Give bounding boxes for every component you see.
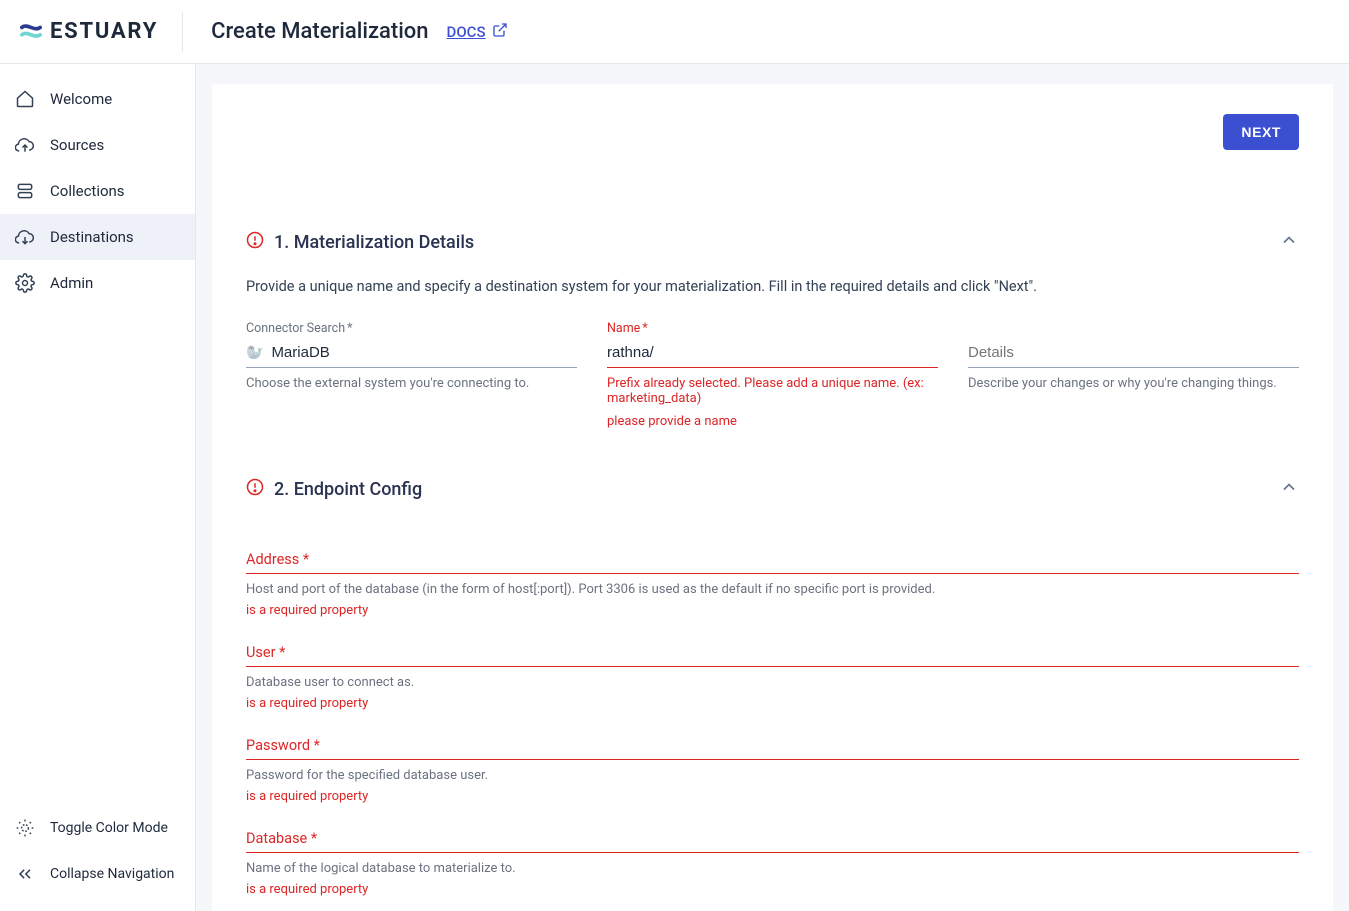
sidebar-item-label: Welcome: [50, 90, 112, 108]
field-help: Host and port of the database (in the fo…: [246, 582, 1299, 597]
alert-circle-icon: [246, 478, 264, 500]
sidebar-item-welcome[interactable]: Welcome: [0, 76, 195, 122]
sidebar-collapse-nav[interactable]: Collapse Navigation: [0, 851, 195, 897]
field-label: User *: [246, 644, 1299, 661]
field-error: is a required property: [246, 696, 1299, 711]
name-input-wrap[interactable]: [607, 342, 938, 368]
collapse-icon: [14, 863, 36, 885]
section-header-details[interactable]: 1. Materialization Details: [246, 230, 1299, 254]
mariadb-icon: 🦭: [246, 345, 263, 361]
database-field: Database * Name of the logical database …: [246, 830, 1299, 897]
field-help: Prefix already selected. Please add a un…: [607, 376, 938, 406]
page-title: Create Materialization: [211, 19, 428, 44]
docs-label: DOCS: [447, 23, 486, 41]
name-input[interactable]: [607, 344, 938, 361]
sidebar-item-label: Collections: [50, 182, 125, 200]
logo-mark-icon: [20, 21, 42, 43]
name-field: Name* Prefix already selected. Please ad…: [607, 321, 938, 429]
connector-input[interactable]: [271, 344, 577, 361]
section-title: 2. Endpoint Config: [274, 479, 422, 500]
sidebar-item-sources[interactable]: Sources: [0, 122, 195, 168]
chevron-up-icon: [1279, 477, 1299, 501]
field-label: [968, 321, 1299, 336]
password-input[interactable]: [246, 756, 1299, 760]
details-field: Describe your changes or why you're chan…: [968, 321, 1299, 429]
sidebar-item-label: Destinations: [50, 228, 134, 246]
form-card: NEXT 1. Materialization Details Provide …: [212, 84, 1333, 911]
section-title: 1. Materialization Details: [274, 232, 474, 253]
sidebar-item-label: Collapse Navigation: [50, 866, 174, 882]
section-header-endpoint[interactable]: 2. Endpoint Config: [246, 477, 1299, 501]
address-field: Address * Host and port of the database …: [246, 551, 1299, 618]
field-help: Describe your changes or why you're chan…: [968, 376, 1299, 391]
connector-search-input[interactable]: 🦭: [246, 342, 577, 368]
sidebar-item-label: Toggle Color Mode: [50, 820, 168, 836]
sidebar-item-label: Sources: [50, 136, 104, 154]
field-help: Name of the logical database to material…: [246, 861, 1299, 876]
field-label: Database *: [246, 830, 1299, 847]
docs-link[interactable]: DOCS: [447, 22, 508, 42]
field-label: Password *: [246, 737, 1299, 754]
logo[interactable]: ESTUARY: [20, 12, 183, 52]
alert-circle-icon: [246, 231, 264, 253]
sidebar-item-label: Admin: [50, 274, 93, 292]
upload-cloud-icon: [14, 134, 36, 156]
field-help: Password for the specified database user…: [246, 768, 1299, 783]
download-cloud-icon: [14, 226, 36, 248]
field-error: is a required property: [246, 789, 1299, 804]
field-error: is a required property: [246, 882, 1299, 897]
next-button[interactable]: NEXT: [1223, 114, 1299, 150]
connector-field: Connector Search* 🦭 Choose the external …: [246, 321, 577, 429]
database-input[interactable]: [246, 849, 1299, 853]
external-link-icon: [492, 22, 508, 42]
gear-icon: [14, 272, 36, 294]
field-label: Connector Search*: [246, 321, 577, 336]
app-header: ESTUARY Create Materialization DOCS: [0, 0, 1349, 64]
sidebar-item-destinations[interactable]: Destinations: [0, 214, 195, 260]
address-input[interactable]: [246, 570, 1299, 574]
field-error: please provide a name: [607, 414, 938, 429]
home-icon: [14, 88, 36, 110]
main-content: NEXT 1. Materialization Details Provide …: [196, 64, 1349, 911]
sidebar: Welcome Sources Collections Destinations: [0, 64, 196, 911]
details-input-wrap[interactable]: [968, 342, 1299, 368]
field-error: is a required property: [246, 603, 1299, 618]
field-label: Name*: [607, 321, 938, 336]
field-label: Address *: [246, 551, 1299, 568]
details-input[interactable]: [968, 344, 1299, 361]
field-help: Choose the external system you're connec…: [246, 376, 577, 391]
sidebar-item-admin[interactable]: Admin: [0, 260, 195, 306]
section-desc: Provide a unique name and specify a dest…: [246, 278, 1299, 295]
password-field: Password * Password for the specified da…: [246, 737, 1299, 804]
sidebar-item-collections[interactable]: Collections: [0, 168, 195, 214]
logo-text: ESTUARY: [50, 19, 158, 44]
user-field: User * Database user to connect as. is a…: [246, 644, 1299, 711]
database-icon: [14, 180, 36, 202]
sun-icon: [14, 817, 36, 839]
field-help: Database user to connect as.: [246, 675, 1299, 690]
chevron-up-icon: [1279, 230, 1299, 254]
user-input[interactable]: [246, 663, 1299, 667]
sidebar-toggle-color-mode[interactable]: Toggle Color Mode: [0, 805, 195, 851]
